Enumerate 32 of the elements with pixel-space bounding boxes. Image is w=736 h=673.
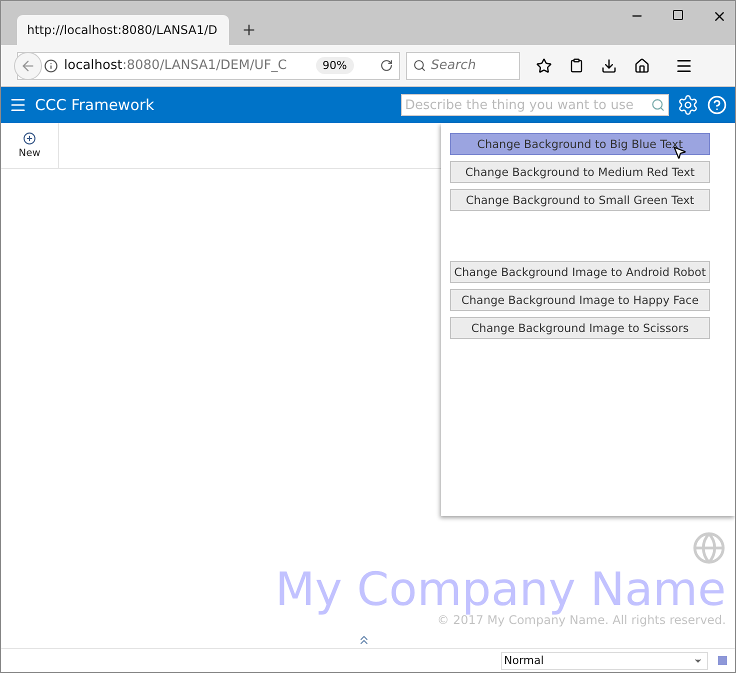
maximize-icon[interactable] <box>672 9 684 21</box>
help-icon[interactable] <box>707 95 727 115</box>
action-button[interactable]: Change Background to Small Green Text <box>450 189 710 211</box>
search-field[interactable]: Search <box>406 52 520 80</box>
settings-icon[interactable] <box>677 94 699 116</box>
globe-icon <box>692 530 726 565</box>
reload-icon[interactable] <box>380 59 393 72</box>
new-tab-icon[interactable] <box>241 22 257 38</box>
search-icon <box>413 59 426 72</box>
app-title: CCC Framework <box>35 96 154 114</box>
search-icon[interactable] <box>651 98 665 112</box>
status-icon <box>718 656 727 665</box>
action-button[interactable]: Change Background Image to Scissors <box>450 317 710 339</box>
plus-icon <box>23 132 36 145</box>
action-button[interactable]: Change Background Image to Android Robot <box>450 261 710 283</box>
action-button[interactable]: Change Background to Medium Red Text <box>450 161 710 183</box>
clipboard-icon[interactable] <box>569 58 584 73</box>
mode-dropdown[interactable]: Normal <box>501 652 708 670</box>
download-icon[interactable] <box>601 58 617 74</box>
info-icon[interactable] <box>44 58 58 72</box>
zoom-badge[interactable]: 90% <box>316 57 354 74</box>
action-button[interactable]: Change Background Image to Happy Face <box>450 289 710 311</box>
company-name: My Company Name <box>275 564 726 613</box>
url-text: localhost:8080/LANSA1/DEM/UF_C <box>64 58 287 73</box>
browser-tab[interactable]: http://localhost:8080/LANSA1/D <box>17 15 229 45</box>
copyright-text: © 2017 My Company Name. All rights reserved. <box>437 613 726 627</box>
star-icon[interactable] <box>536 58 552 74</box>
close-icon[interactable] <box>712 9 727 24</box>
address-bar[interactable]: localhost:8080/LANSA1/DEM/UF_C 90% <box>17 52 400 80</box>
tab-title: http://localhost:8080/LANSA1/D <box>27 23 218 37</box>
home-icon[interactable] <box>634 58 650 74</box>
action-button[interactable]: Change Background to Big Blue Text <box>450 133 710 155</box>
